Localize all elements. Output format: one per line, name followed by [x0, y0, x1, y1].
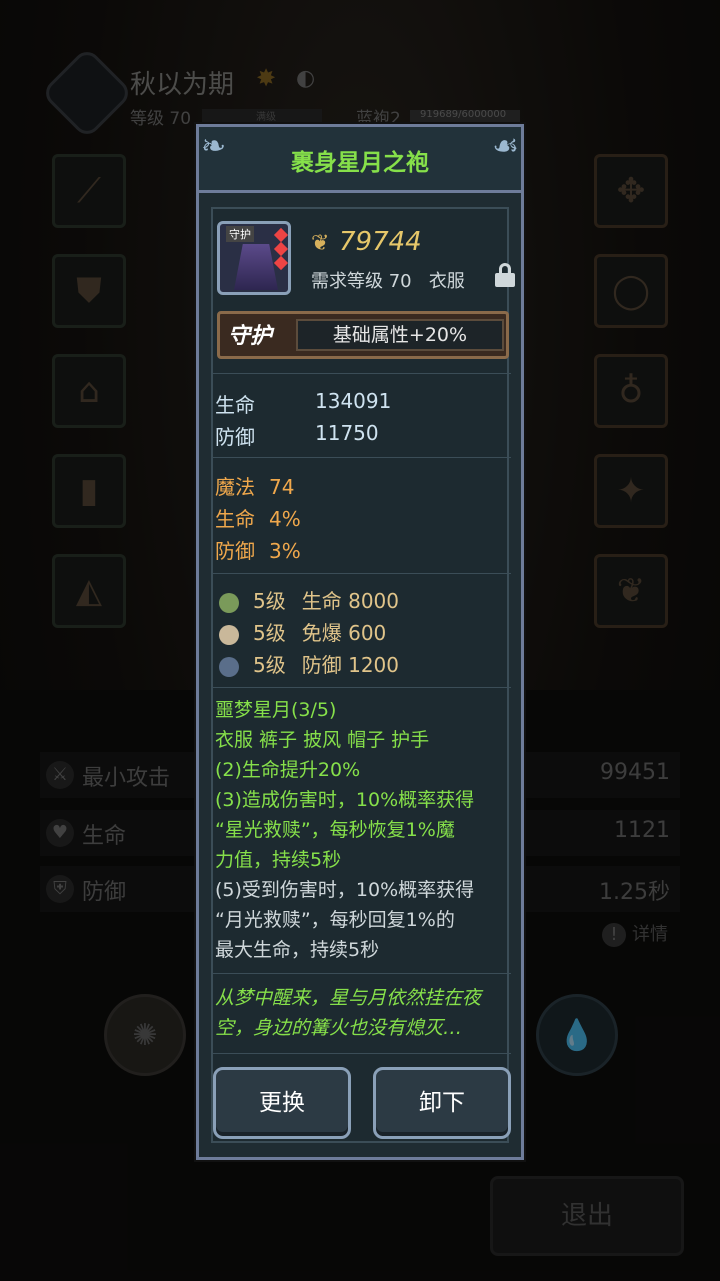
divider — [213, 1053, 511, 1054]
gem-stat: 防御 1200 — [301, 653, 399, 677]
set-bonus-block: 噩梦星月(3/5) 衣服 裤子 披风 帽子 护手 (2)生命提升20% (3)造… — [215, 695, 511, 965]
extra-stat-label: 魔法 — [215, 475, 255, 499]
gem-socket-icon — [273, 227, 289, 243]
gem-row: 5级 生命 8000 — [219, 585, 399, 614]
set-title: 噩梦星月(3/5) — [215, 699, 337, 721]
item-slot-type: 衣服 — [428, 271, 465, 292]
base-stat-value: 11750 — [315, 421, 379, 445]
item-price: 79744 — [339, 227, 422, 257]
flavor-line: 空，身边的篝火也没有熄灭… — [215, 1017, 463, 1039]
modal-header: ❧ ☙ 裹身星月之袍 — [199, 127, 521, 193]
gem-level: 5级 — [253, 589, 286, 613]
divider — [213, 573, 511, 574]
gem-stat: 生命 8000 — [301, 589, 399, 613]
unequip-button[interactable]: 卸下 — [373, 1067, 511, 1139]
set-effect-inactive: 最大生命，持续5秒 — [215, 939, 380, 961]
set-effect: (3)造成伤害时，10%概率获得 — [215, 789, 475, 811]
currency-icon: ❦ — [311, 231, 330, 256]
guard-label: 守护 — [228, 324, 273, 349]
replace-button[interactable]: 更换 — [213, 1067, 351, 1139]
set-effect-inactive: (5)受到伤害时，10%概率获得 — [215, 879, 475, 901]
gem-row: 5级 免爆 600 — [219, 617, 386, 646]
gem-level: 5级 — [253, 653, 286, 677]
extra-stat-label: 防御 — [215, 539, 255, 563]
extra-stat-row: 生命 4% — [215, 503, 301, 532]
divider — [213, 457, 511, 458]
gem-row: 5级 防御 1200 — [219, 649, 399, 678]
guard-bar: 守护 基础属性+20% — [217, 311, 509, 359]
item-icon-tag: 守护 — [226, 226, 254, 242]
extra-stat-label: 生命 — [215, 507, 255, 531]
base-stat-label: 生命 — [215, 393, 255, 417]
divider — [213, 973, 511, 974]
divider — [213, 373, 511, 374]
requirement-level: 需求等级 70 — [311, 271, 412, 292]
lock-icon[interactable] — [495, 263, 515, 287]
set-effect-inactive: “月光救赎”，每秒回复1%的 — [215, 909, 455, 931]
gem-stat: 免爆 600 — [301, 621, 387, 645]
guard-value: 基础属性+20% — [296, 319, 504, 351]
extra-stat-value: 4% — [269, 507, 301, 531]
item-name: 裹身星月之袍 — [291, 150, 429, 176]
base-stat-row: 防御 11750 — [215, 421, 379, 450]
item-icon: 守护 — [217, 221, 291, 295]
flavor-line: 从梦中醒来，星与月依然挂在夜 — [215, 987, 482, 1009]
set-pieces: 衣服 裤子 披风 帽子 护手 — [215, 729, 430, 751]
set-effect: (2)生命提升20% — [215, 759, 361, 781]
base-stat-label: 防御 — [215, 425, 255, 449]
base-stat-value: 134091 — [315, 389, 392, 413]
base-stat-row: 生命 134091 — [215, 389, 391, 418]
set-effect: “星光救赎”，每秒恢复1%魔 — [215, 819, 455, 841]
green-gem-icon — [219, 592, 239, 613]
divider — [213, 687, 511, 688]
flavor-text: 从梦中醒来，星与月依然挂在夜 空，身边的篝火也没有熄灭… — [215, 983, 511, 1043]
item-detail-modal: ❧ ☙ 裹身星月之袍 守护 ❦ 79744 需求等级 70 衣服 守护 基础属性… — [196, 124, 524, 1160]
robe-icon — [234, 244, 278, 290]
extra-stat-row: 魔法 74 — [215, 471, 294, 500]
extra-stat-value: 74 — [269, 475, 295, 499]
gem-socket-icon — [273, 255, 289, 271]
item-requirement: 需求等级 70 衣服 — [311, 267, 465, 293]
gem-level: 5级 — [253, 621, 286, 645]
extra-stat-value: 3% — [269, 539, 301, 563]
skull-gem-icon — [219, 624, 239, 645]
blue-gem-icon — [219, 656, 239, 677]
set-effect: 力值，持续5秒 — [215, 849, 342, 871]
extra-stat-row: 防御 3% — [215, 535, 301, 564]
gem-socket-icon — [273, 241, 289, 257]
